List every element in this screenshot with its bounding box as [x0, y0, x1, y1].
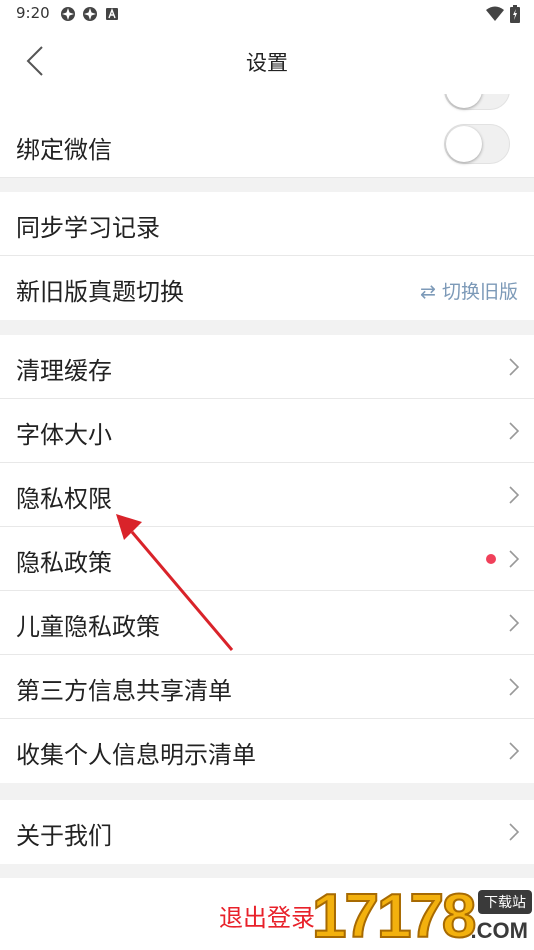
site-watermark-logo: 17178 下载站 .COM [306, 884, 534, 950]
arrow-head [116, 514, 142, 540]
arrow-shaft [130, 531, 234, 651]
watermark-badge: 下载站 [478, 890, 532, 914]
annotation-arrow [116, 514, 234, 651]
watermark-domain: .COM [470, 918, 528, 943]
watermark-number: 17178 [311, 882, 477, 950]
